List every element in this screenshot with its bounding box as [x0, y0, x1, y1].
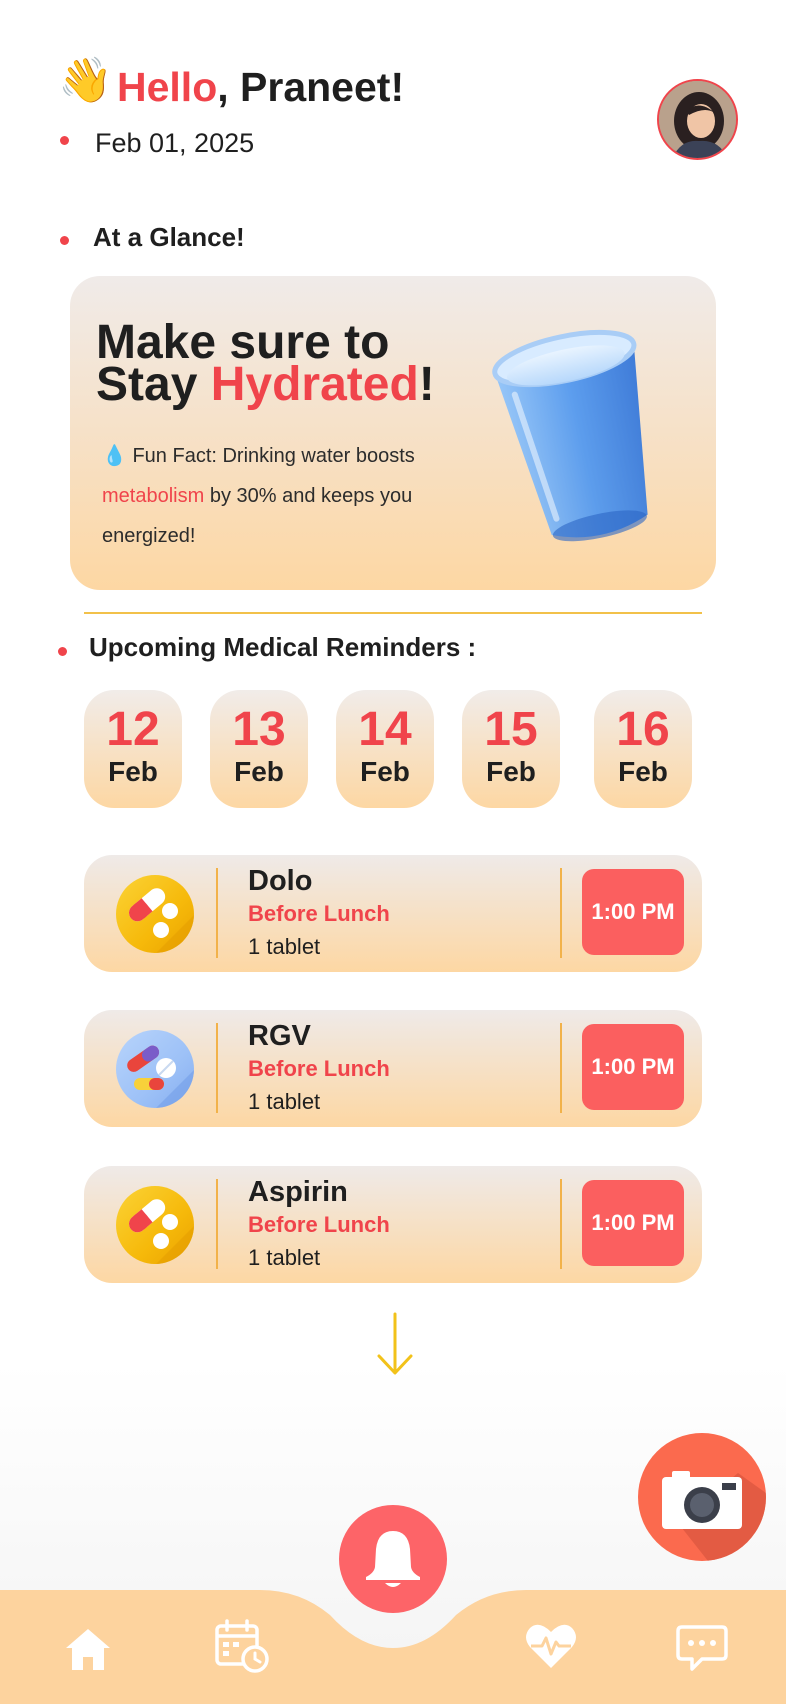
- date-chip[interactable]: 13 Feb: [210, 690, 308, 808]
- bullet-dot: [60, 236, 69, 245]
- date-chip[interactable]: 14 Feb: [336, 690, 434, 808]
- card-divider: [216, 1023, 218, 1113]
- reminder-card[interactable]: Aspirin Before Lunch 1 tablet 1:00 PM: [84, 1166, 702, 1283]
- reminder-card[interactable]: Dolo Before Lunch 1 tablet 1:00 PM: [84, 855, 702, 972]
- greeting-name: , Praneet!: [217, 64, 405, 110]
- reminder-card[interactable]: RGV Before Lunch 1 tablet 1:00 PM: [84, 1010, 702, 1127]
- date-chip-month: Feb: [234, 756, 284, 787]
- date-chip-month: Feb: [486, 756, 536, 787]
- headline-exclaim: !: [418, 358, 435, 411]
- date-chip[interactable]: 15 Feb: [462, 690, 560, 808]
- card-divider: [560, 1179, 562, 1269]
- calendar-icon[interactable]: [214, 1618, 270, 1679]
- hydration-headline: Make sure to Stay Hydrated!: [96, 319, 435, 409]
- headline-hydrated: Hydrated: [210, 358, 419, 411]
- notifications-button[interactable]: [339, 1505, 447, 1613]
- date-chip-day: 14: [358, 703, 412, 756]
- card-divider: [216, 868, 218, 958]
- date-chip-month: Feb: [108, 756, 158, 787]
- pill-yellow-icon: [116, 1186, 194, 1264]
- reminder-time-button[interactable]: 1:00 PM: [582, 869, 684, 955]
- date-chip-month: Feb: [618, 756, 668, 787]
- fun-fact-prefix: Fun Fact: Drinking water boosts: [126, 445, 415, 467]
- camera-icon: [662, 1471, 766, 1561]
- date-chip[interactable]: 12 Feb: [84, 690, 182, 808]
- avatar[interactable]: [657, 79, 738, 160]
- home-icon[interactable]: [64, 1626, 112, 1677]
- medicine-dose: 1 tablet: [248, 934, 321, 959]
- reminder-time-button[interactable]: 1:00 PM: [582, 1180, 684, 1266]
- wave-emoji-icon: 👋: [58, 55, 113, 106]
- medicine-name: RGV: [248, 1020, 311, 1052]
- card-divider: [560, 868, 562, 958]
- medicine-timing: Before Lunch: [248, 901, 390, 926]
- bell-icon: [366, 1531, 420, 1587]
- date-chip-day: 12: [106, 703, 160, 756]
- date-chip[interactable]: 16 Feb: [594, 690, 692, 808]
- bullet-dot: [60, 136, 69, 145]
- date-chip-day: 15: [484, 703, 538, 756]
- medicine-name: Dolo: [248, 865, 313, 897]
- medicine-name: Aspirin: [248, 1176, 348, 1208]
- fun-fact-highlight: metabolism: [102, 485, 205, 507]
- pill-blue-icon: [116, 1030, 194, 1108]
- medicine-dose: 1 tablet: [248, 1245, 321, 1270]
- water-glass-icon: [480, 322, 680, 552]
- pill-yellow-icon: [116, 875, 194, 953]
- heart-pulse-icon[interactable]: [525, 1622, 577, 1675]
- date-chip-day: 16: [616, 703, 670, 756]
- hydration-headline-line2: Stay Hydrated!: [96, 361, 435, 409]
- section-divider: [84, 612, 702, 614]
- card-divider: [560, 1023, 562, 1113]
- date-chip-month: Feb: [360, 756, 410, 787]
- chat-icon[interactable]: [676, 1624, 728, 1677]
- medicine-timing: Before Lunch: [248, 1212, 390, 1237]
- camera-button[interactable]: [638, 1433, 766, 1561]
- reminders-title: Upcoming Medical Reminders :: [89, 632, 477, 662]
- water-drop-icon: 💧: [102, 445, 127, 467]
- reminder-time-button[interactable]: 1:00 PM: [582, 1024, 684, 1110]
- date-chip-day: 13: [232, 703, 286, 756]
- at-a-glance-title: At a Glance!: [93, 222, 245, 252]
- medicine-timing: Before Lunch: [248, 1056, 390, 1081]
- medicine-dose: 1 tablet: [248, 1089, 321, 1114]
- headline-stay: Stay: [96, 358, 211, 411]
- scroll-down-arrow-icon[interactable]: [370, 1312, 420, 1376]
- card-divider: [216, 1179, 218, 1269]
- current-date: Feb 01, 2025: [95, 128, 255, 158]
- greeting-hello: Hello: [117, 64, 218, 110]
- fun-fact: 💧 Fun Fact: Drinking water boosts metabo…: [102, 436, 442, 556]
- bullet-dot: [58, 647, 67, 656]
- greeting: Hello, Praneet!: [117, 62, 404, 112]
